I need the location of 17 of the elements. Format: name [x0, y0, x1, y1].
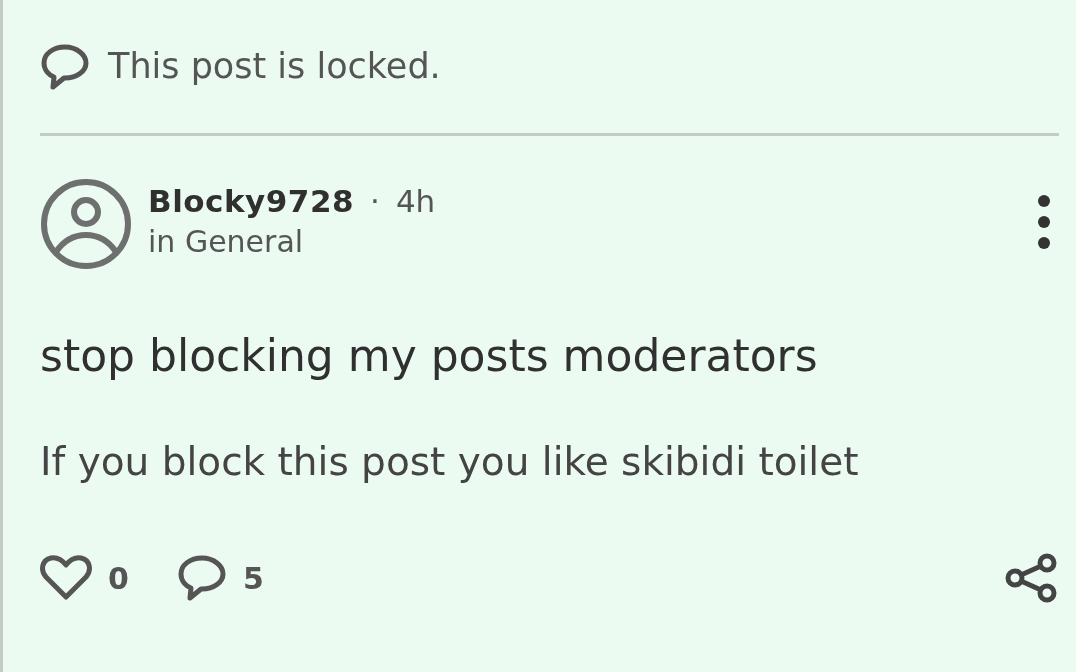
like-button[interactable]: 0	[40, 555, 129, 602]
community-label: in General	[148, 224, 305, 258]
locked-notice: This post is locked.	[108, 45, 441, 89]
author-link[interactable]: Blocky9728	[148, 178, 355, 225]
more-options-button[interactable]	[1037, 194, 1051, 250]
kebab-menu-icon	[1037, 194, 1051, 250]
post-title: stop blocking my posts moderators	[40, 330, 819, 383]
heart-icon	[40, 555, 92, 602]
share-icon	[1003, 553, 1059, 604]
post-body: If you block this post you like skibidi toilet	[40, 437, 860, 486]
share-button[interactable]	[1003, 553, 1059, 604]
comments-button[interactable]: 5	[176, 554, 264, 603]
speech-bubble-icon	[176, 554, 227, 603]
separator: ·	[370, 182, 380, 221]
avatar-icon	[40, 178, 132, 270]
post-time: 4h	[395, 182, 436, 221]
speech-bubble-icon	[40, 42, 90, 91]
